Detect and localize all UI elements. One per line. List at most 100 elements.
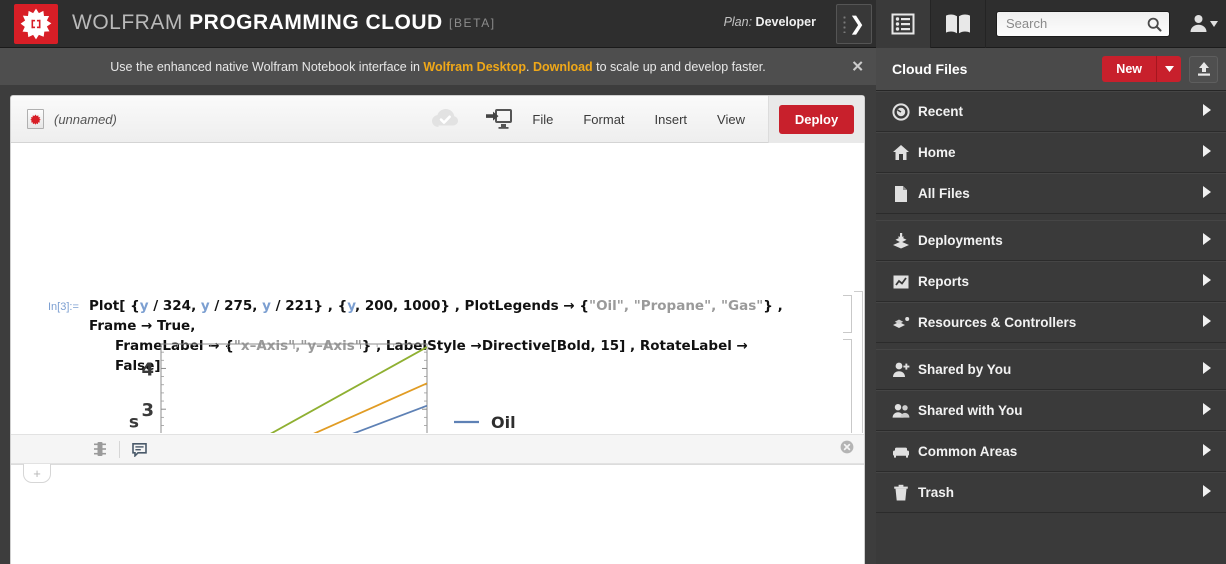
desktop-promo-banner: Use the enhanced native Wolfram Notebook… xyxy=(0,48,876,85)
cell-bracket-group[interactable] xyxy=(854,291,863,433)
sidebar-item-deployments[interactable]: Deployments xyxy=(876,220,1226,261)
sidebar-item-home[interactable]: Home xyxy=(876,132,1226,173)
sidebar-item-resources-controllers[interactable]: Resources & Controllers xyxy=(876,302,1226,343)
cell-settings-icon[interactable] xyxy=(85,434,115,464)
trash-icon xyxy=(892,484,918,502)
sidebar-item-recent[interactable]: Recent xyxy=(876,91,1226,132)
document-icon xyxy=(892,185,918,203)
menu-insert[interactable]: Insert xyxy=(640,96,703,143)
triangle-right-icon[interactable] xyxy=(1202,484,1212,502)
sidebar-item-label: Trash xyxy=(918,485,954,500)
banner-close-icon[interactable]: ✕ xyxy=(851,59,864,74)
comment-icon[interactable] xyxy=(124,434,154,464)
wolfram-logo[interactable] xyxy=(14,4,58,44)
code-token: / xyxy=(210,298,224,314)
cloud-saved-icon[interactable] xyxy=(427,96,463,143)
triangle-right-icon[interactable] xyxy=(1202,443,1212,461)
sidebar-item-label: Common Areas xyxy=(918,444,1017,459)
close-circle-icon[interactable] xyxy=(840,440,854,459)
code-token: "Oil" xyxy=(589,298,624,314)
notebook-background: (unnamed) xyxy=(0,85,876,564)
sidebar-item-label: Recent xyxy=(918,104,963,119)
code-token: / xyxy=(271,298,285,314)
chevron-right-icon: ❯ xyxy=(849,15,865,34)
banner-text-after: to scale up and develop faster. xyxy=(593,60,766,74)
search-icon[interactable] xyxy=(1147,17,1162,37)
top-bar: WOLFRAM PROGRAMMING CLOUD [BETA] Plan: D… xyxy=(0,0,876,48)
plan-value: Developer xyxy=(756,15,816,29)
expand-panel-button[interactable]: ❯ xyxy=(836,4,872,44)
triangle-right-icon[interactable] xyxy=(1202,402,1212,420)
new-dropdown-button[interactable] xyxy=(1156,56,1181,82)
series-line-oil xyxy=(161,406,427,433)
sofa-icon xyxy=(892,443,918,461)
code-token: "Gas" xyxy=(721,298,763,314)
grip-dots-icon xyxy=(843,15,846,33)
new-button[interactable]: New xyxy=(1102,56,1156,82)
sidebar-item-label: Deployments xyxy=(918,233,1003,248)
deploy-area: Deploy xyxy=(768,96,864,143)
triangle-right-icon[interactable] xyxy=(1202,144,1212,162)
search-input[interactable] xyxy=(997,12,1169,36)
sidebar-item-all-files[interactable]: All Files xyxy=(876,173,1226,214)
code-token: 221 xyxy=(285,298,313,314)
triangle-right-icon[interactable] xyxy=(1202,361,1212,379)
y-axis-label: y–Axis xyxy=(129,413,139,433)
notebook-divider xyxy=(11,464,864,465)
triangle-right-icon[interactable] xyxy=(1202,273,1212,291)
download-link[interactable]: Download xyxy=(533,60,593,74)
code-token: y xyxy=(262,298,271,314)
sidebar-item-shared-by-you[interactable]: Shared by You xyxy=(876,349,1226,390)
tab-documentation[interactable] xyxy=(931,0,986,48)
triangle-right-icon[interactable] xyxy=(1202,185,1212,203)
notebook-title[interactable]: (unnamed) xyxy=(54,112,117,127)
code-token: } , PlotLegends → { xyxy=(440,298,589,314)
upload-button[interactable] xyxy=(1189,56,1218,83)
search-box[interactable] xyxy=(996,11,1170,37)
right-panel-topbar xyxy=(876,0,1226,48)
banner-text: Use the enhanced native Wolfram Notebook… xyxy=(110,60,765,74)
cloud-files-header: Cloud Files New xyxy=(876,48,1226,91)
triangle-right-icon[interactable] xyxy=(1202,232,1212,250)
wolfram-spikey-icon xyxy=(20,8,52,40)
menu-format[interactable]: Format xyxy=(568,96,639,143)
y-tick-label: 4 xyxy=(141,359,154,380)
file-list-icon xyxy=(891,13,915,35)
tab-cloud-files[interactable] xyxy=(876,0,931,48)
notebook-cell-area: In[3]:= Out[3]= Plot[ {y / 324, y / 275,… xyxy=(11,143,864,433)
new-button-group: New xyxy=(1102,56,1181,82)
code-token: , xyxy=(252,298,262,314)
code-token: , xyxy=(393,298,403,314)
wolfram-desktop-link[interactable]: Wolfram Desktop xyxy=(423,60,526,74)
clock-icon xyxy=(892,103,918,121)
resources-icon xyxy=(892,314,918,332)
user-menu-button[interactable] xyxy=(1180,0,1226,48)
menu-view[interactable]: View xyxy=(702,96,760,143)
code-token: 1000 xyxy=(403,298,441,314)
user-avatar-icon xyxy=(1189,14,1208,33)
menu-file[interactable]: File xyxy=(517,96,568,143)
caret-down-icon xyxy=(1210,21,1218,27)
sidebar-item-shared-with-you[interactable]: Shared with You xyxy=(876,390,1226,431)
cell-bracket-input[interactable] xyxy=(843,295,852,333)
code-token: , xyxy=(191,298,201,314)
deploy-button[interactable]: Deploy xyxy=(779,105,854,134)
add-cell-button[interactable]: + xyxy=(23,464,51,483)
sidebar-item-label: Reports xyxy=(918,274,969,289)
users-icon xyxy=(892,402,918,420)
sidebar-item-common-areas[interactable]: Common Areas xyxy=(876,431,1226,472)
cell-bracket-output[interactable] xyxy=(843,339,852,433)
sidebar-item-reports[interactable]: Reports xyxy=(876,261,1226,302)
code-token: 324 xyxy=(163,298,191,314)
triangle-right-icon[interactable] xyxy=(1202,314,1212,332)
sidebar-item-label: Shared by You xyxy=(918,362,1011,377)
right-panel: Cloud Files New Rec xyxy=(876,0,1226,564)
notebook-paper: (unnamed) xyxy=(10,95,865,564)
code-token: Plot[ { xyxy=(89,298,140,314)
triangle-right-icon[interactable] xyxy=(1202,103,1212,121)
plot-output: 20040060080010001234x–Axisy–AxisOilPropa… xyxy=(129,338,589,433)
sidebar-item-trash[interactable]: Trash xyxy=(876,472,1226,513)
present-to-screen-icon[interactable] xyxy=(481,96,517,143)
brand-product: PROGRAMMING CLOUD xyxy=(189,11,443,34)
y-tick-label: 3 xyxy=(141,400,154,421)
